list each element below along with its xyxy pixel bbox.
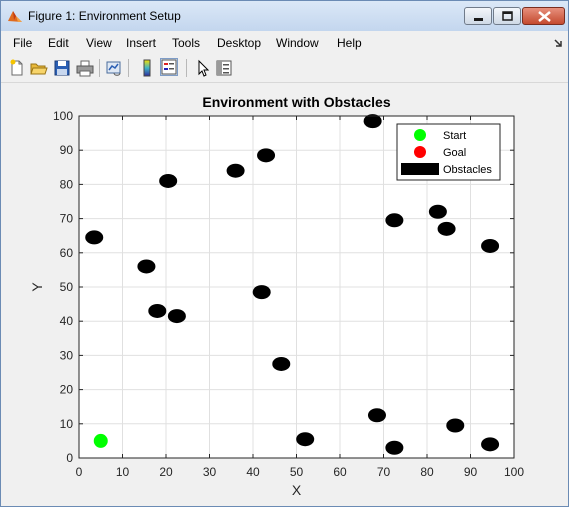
x-tick-label: 70: [377, 465, 391, 479]
y-tick-label: 50: [60, 280, 74, 294]
print-icon[interactable]: [76, 59, 94, 77]
maximize-icon: [502, 11, 513, 21]
y-tick-label: 60: [60, 246, 74, 260]
figure-window: Figure 1: Environment Setup File Edit Vi…: [0, 0, 569, 507]
legend-label-obstacles: Obstacles: [443, 164, 492, 176]
new-figure-icon[interactable]: [8, 59, 26, 77]
x-tick-label: 10: [116, 465, 130, 479]
close-button[interactable]: [522, 7, 565, 25]
menu-view[interactable]: View: [86, 36, 112, 50]
obstacle-marker: [167, 309, 186, 324]
menu-file[interactable]: File: [13, 36, 32, 50]
obstacle-marker: [481, 437, 500, 452]
x-tick-label: 90: [464, 465, 478, 479]
x-tick-label: 40: [246, 465, 260, 479]
axes-plot[interactable]: 0 10 20 30 40 50 60 70 80 90 100 0 10 20 30 40 50 60 70 80 9…: [2, 85, 567, 505]
menu-desktop[interactable]: Desktop: [217, 36, 261, 50]
obstacle-marker: [481, 238, 500, 253]
y-tick-label: 40: [60, 314, 74, 328]
y-tick-label: 0: [66, 451, 73, 465]
toolbar-separator: [99, 59, 100, 77]
plot-title: Environment with Obstacles: [202, 94, 390, 110]
menu-insert[interactable]: Insert: [126, 36, 156, 50]
menu-help[interactable]: Help: [337, 36, 362, 50]
toolbar: [1, 54, 568, 83]
y-tick-label: 80: [60, 177, 74, 191]
obstacle-marker: [296, 432, 315, 447]
obstacle-marker: [272, 356, 291, 371]
obstacle-marker: [385, 213, 404, 228]
maximize-button[interactable]: [493, 7, 521, 25]
x-tick-label: 60: [333, 465, 347, 479]
obstacle-marker: [385, 440, 404, 455]
legend[interactable]: Start Goal Obstacles: [396, 123, 501, 181]
x-axis-label: X: [292, 482, 302, 498]
x-tick-label: 0: [76, 465, 83, 479]
menu-edit[interactable]: Edit: [48, 36, 69, 50]
legend-swatch-obstacles: [401, 163, 439, 175]
save-icon[interactable]: [53, 59, 71, 77]
y-tick-label: 70: [60, 212, 74, 226]
minimize-button[interactable]: [464, 7, 492, 25]
matlab-figure-icon: [7, 8, 23, 24]
minimize-icon: [474, 18, 483, 21]
insert-legend-icon[interactable]: [160, 58, 178, 76]
insert-colorbar-icon[interactable]: [138, 59, 156, 77]
toolbar-separator: [186, 59, 187, 77]
dock-arrow-icon[interactable]: [553, 38, 563, 48]
close-icon: [538, 11, 551, 22]
pointer-icon[interactable]: [194, 59, 212, 77]
menu-bar: File Edit View Insert Tools Desktop Wind…: [1, 32, 568, 53]
legend-swatch-goal: [414, 146, 426, 158]
y-axis-label: Y: [29, 282, 45, 292]
legend-swatch-start: [414, 129, 426, 141]
obstacle-marker: [226, 163, 245, 178]
obstacle-marker: [437, 221, 456, 236]
title-bar[interactable]: Figure 1: Environment Setup: [1, 1, 568, 31]
obstacle-marker: [446, 418, 465, 433]
x-tick-label: 30: [203, 465, 217, 479]
y-tick-label: 20: [60, 383, 74, 397]
link-plot-icon[interactable]: [105, 59, 123, 77]
y-tick-label: 100: [53, 109, 73, 123]
x-tick-label: 50: [290, 465, 304, 479]
menu-tools[interactable]: Tools: [172, 36, 200, 50]
open-file-icon[interactable]: [30, 59, 48, 77]
obstacle-marker: [85, 230, 104, 245]
obstacle-marker: [367, 408, 386, 423]
legend-label-start: Start: [443, 130, 466, 142]
legend-label-goal: Goal: [443, 147, 466, 159]
obstacle-marker: [148, 303, 167, 318]
figure-canvas: 0 10 20 30 40 50 60 70 80 90 100 0 10 20 30 40 50 60 70 80 9…: [2, 85, 567, 505]
obstacle-marker: [137, 259, 156, 274]
y-tick-label: 10: [60, 417, 74, 431]
x-tick-label: 20: [159, 465, 173, 479]
x-tick-label: 100: [504, 465, 524, 479]
window-title: Figure 1: Environment Setup: [28, 9, 181, 23]
y-tick-label: 90: [60, 143, 74, 157]
obstacle-marker: [257, 148, 276, 163]
menu-window[interactable]: Window: [276, 36, 319, 50]
obstacle-marker: [428, 204, 447, 219]
x-tick-label: 80: [420, 465, 434, 479]
start-marker: [93, 433, 108, 448]
obstacle-marker: [252, 285, 271, 300]
toolbar-separator: [128, 59, 129, 77]
obstacle-marker: [159, 173, 178, 188]
y-tick-label: 30: [60, 348, 74, 362]
property-inspector-icon[interactable]: [215, 59, 233, 77]
